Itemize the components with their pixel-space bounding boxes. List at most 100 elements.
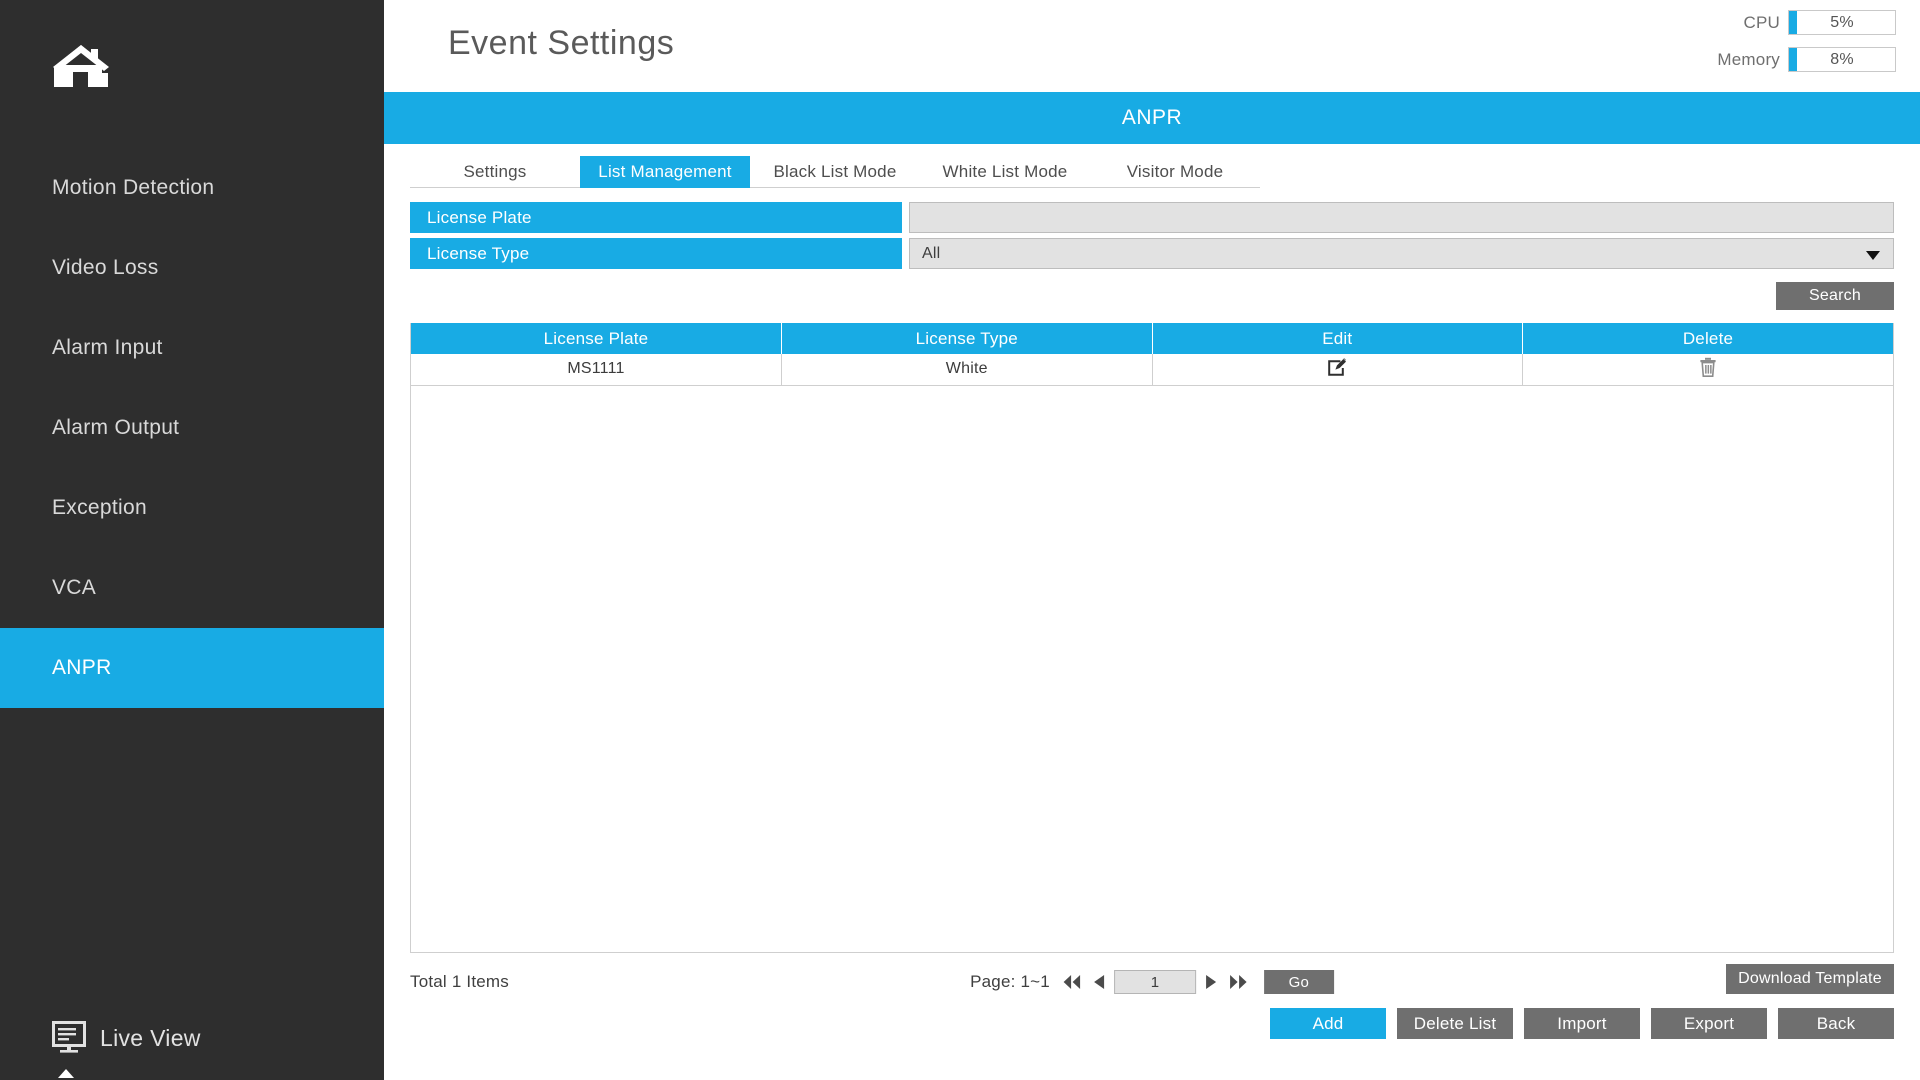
table-head: License Plate License Type Edit Delete [411,323,1893,354]
column-header-license-plate: License Plate [411,323,782,354]
sidebar-item-label: Alarm Input [52,336,163,360]
next-page-button[interactable] [1202,972,1220,992]
cell-license-plate: MS1111 [411,354,782,385]
tab-visitor-mode[interactable]: Visitor Mode [1090,156,1260,188]
search-form: License Plate License Type All [384,196,1920,269]
last-page-button[interactable] [1226,972,1250,992]
license-list-table: License Plate License Type Edit Delete M… [411,323,1893,386]
live-view-label: Live View [100,1025,201,1052]
tab-white-list-mode[interactable]: White List Mode [920,156,1090,188]
monitor-icon [52,1021,90,1055]
cpu-meter-box: 5% [1788,10,1896,35]
license-type-selected-value: All [922,245,940,263]
first-page-button[interactable] [1060,972,1084,992]
footer: Total 1 Items Page: 1~1 [384,960,1920,1080]
memory-label: Memory [1717,50,1780,70]
section-banner-title: ANPR [1122,106,1182,130]
column-header-license-type: License Type [782,323,1153,354]
import-button[interactable]: Import [1524,1008,1640,1039]
sidebar-item-label: ANPR [52,656,112,680]
page-range-label: Page: 1~1 [970,972,1050,992]
sidebar-item-video-loss[interactable]: Video Loss [0,228,384,308]
field-gap [902,202,909,233]
license-plate-label: License Plate [410,202,902,233]
double-chevron-right-icon [1227,980,1249,995]
resource-meters: CPU 5% Memory 8% [1717,10,1896,72]
back-button[interactable]: Back [1778,1008,1894,1039]
list-table-container: License Plate License Type Edit Delete M… [410,323,1894,953]
cpu-meter-fill [1789,11,1797,34]
table-row: MS1111 White [411,354,1893,385]
sidebar-item-label: VCA [52,576,96,600]
cell-edit [1152,354,1523,385]
main-content: Event Settings CPU 5% Memory 8% [384,0,1920,1080]
download-template-button[interactable]: Download Template [1726,964,1894,994]
prev-page-button[interactable] [1090,972,1108,992]
sidebar: Motion Detection Video Loss Alarm Input … [0,0,384,1080]
page-number-input[interactable] [1114,970,1196,994]
cpu-meter: CPU 5% [1717,10,1896,35]
column-header-delete: Delete [1523,323,1894,354]
home-button[interactable] [0,0,384,130]
sidebar-item-alarm-input[interactable]: Alarm Input [0,308,384,388]
edit-row-button[interactable] [1327,357,1347,377]
field-gap [902,238,909,269]
section-banner: ANPR [384,92,1920,144]
chevron-down-icon [1866,251,1880,260]
chevron-right-icon [1203,980,1219,995]
sidebar-item-exception[interactable]: Exception [0,468,384,548]
tab-settings[interactable]: Settings [410,156,580,188]
delete-row-button[interactable] [1699,357,1717,377]
memory-meter-fill [1789,48,1797,71]
license-plate-row: License Plate [410,202,1894,233]
search-button-row: Search [384,274,1920,310]
delete-list-button[interactable]: Delete List [1397,1008,1513,1039]
app-root: Motion Detection Video Loss Alarm Input … [0,0,1920,1080]
home-icon [52,43,110,87]
sidebar-item-anpr[interactable]: ANPR [0,628,384,708]
sidebar-nav: Motion Detection Video Loss Alarm Input … [0,148,384,708]
add-button[interactable]: Add [1270,1008,1386,1039]
sidebar-item-label: Motion Detection [52,176,214,200]
tab-bar: Settings List Management Black List Mode… [384,144,1920,196]
trash-icon [1699,365,1717,380]
table-header-row: License Plate License Type Edit Delete [411,323,1893,354]
total-items-label: Total 1 Items [410,972,509,992]
tab-label: Black List Mode [774,162,897,182]
license-type-row: License Type All [410,238,1894,269]
search-button[interactable]: Search [1776,282,1894,310]
pagination-bar: Total 1 Items Page: 1~1 [410,960,1894,1004]
sidebar-item-label: Exception [52,496,147,520]
chevron-left-icon [1091,980,1107,995]
sidebar-item-alarm-output[interactable]: Alarm Output [0,388,384,468]
tab-black-list-mode[interactable]: Black List Mode [750,156,920,188]
edit-pencil-icon [1327,365,1347,380]
action-buttons: Add Delete List Import Export Back [410,1004,1894,1039]
cpu-value: 5% [1830,14,1854,32]
sidebar-item-label: Alarm Output [52,416,179,440]
cpu-label: CPU [1744,13,1781,33]
tab-label: Visitor Mode [1127,162,1224,182]
cell-license-type: White [782,354,1153,385]
sidebar-item-vca[interactable]: VCA [0,548,384,628]
license-type-select[interactable]: All [909,238,1894,269]
column-header-edit: Edit [1152,323,1523,354]
topbar: Event Settings CPU 5% Memory 8% [384,0,1920,92]
tab-label: List Management [598,162,731,182]
tab-label: Settings [463,162,526,182]
license-type-label: License Type [410,238,902,269]
sidebar-item-motion-detection[interactable]: Motion Detection [0,148,384,228]
live-view-button[interactable]: Live View [0,996,384,1080]
page-title: Event Settings [448,24,674,63]
license-plate-input[interactable] [909,202,1894,233]
sidebar-item-label: Video Loss [52,256,159,280]
go-button[interactable]: Go [1264,970,1334,994]
pager: Page: 1~1 [970,970,1334,994]
tab-list-management[interactable]: List Management [580,156,750,188]
tab-label: White List Mode [943,162,1068,182]
memory-value: 8% [1830,51,1854,69]
cell-delete [1523,354,1894,385]
double-chevron-left-icon [1061,980,1083,995]
export-button[interactable]: Export [1651,1008,1767,1039]
memory-meter-box: 8% [1788,47,1896,72]
